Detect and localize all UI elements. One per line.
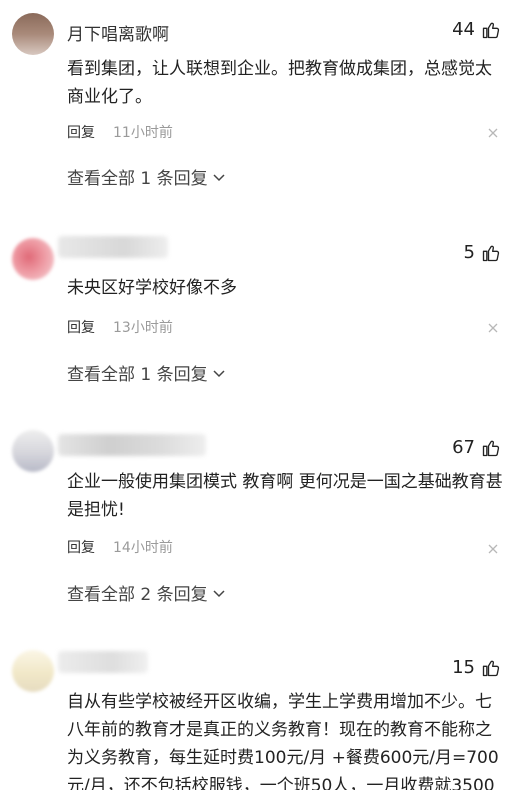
thumbs-up-icon bbox=[482, 660, 500, 676]
like-count: 15 bbox=[452, 657, 475, 678]
comment-text: 自从有些学校被经开区收编，学生上学费用增加不少。七八年前的教育才是真正的义务教育… bbox=[67, 692, 499, 790]
username[interactable] bbox=[58, 651, 148, 673]
like-button[interactable]: 15 bbox=[452, 657, 501, 678]
comment-item: 15 自从有些学校被经开区收编，学生上学费用增加不少。七八年前的教育才是真正的义… bbox=[0, 0, 513, 790]
avatar[interactable] bbox=[12, 650, 54, 692]
